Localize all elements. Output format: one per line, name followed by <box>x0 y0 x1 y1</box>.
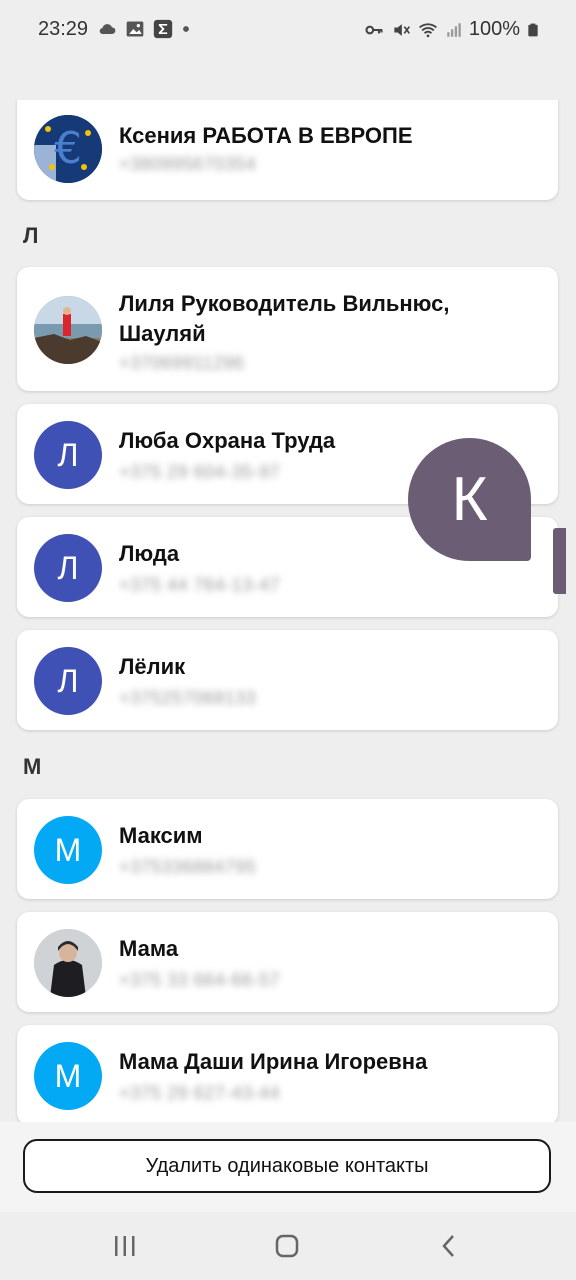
contact-card[interactable]: Л Лёлик +375257068133 <box>17 630 558 730</box>
contact-phone: +375257068133 <box>119 688 257 708</box>
sigma-icon <box>153 19 173 39</box>
contact-name: Лёлик <box>119 654 186 679</box>
status-time: 23:29 <box>38 18 89 40</box>
battery-percent: 100% <box>468 18 520 40</box>
home-icon <box>275 1234 299 1258</box>
contact-avatar <box>34 929 102 997</box>
bottom-action-bar: Удалить одинаковые контакты <box>0 1122 576 1212</box>
back-button[interactable] <box>429 1226 469 1266</box>
fast-scroll-index-bubble: К <box>408 438 531 561</box>
contacts-screen: 23:29 100% € Ксения РАБОТА В ЕВРОПЕ +380… <box>0 0 576 1280</box>
contact-name: Мама <box>119 936 179 961</box>
contact-avatar: М <box>34 816 102 884</box>
contact-avatar: Л <box>34 421 102 489</box>
status-left-icons <box>97 19 201 39</box>
contact-phone: +375336884795 <box>119 857 257 877</box>
contact-card[interactable]: М Максим +375336884795 <box>17 799 558 899</box>
euro-photo-icon: € <box>34 115 102 183</box>
wifi-icon <box>418 22 437 37</box>
contact-name: Лиля Руководитель Вильнюс, Шауляй <box>119 291 450 346</box>
beach-photo-icon <box>34 296 102 364</box>
contact-phone: +375 29 627-43-44 <box>119 1083 281 1103</box>
section-header: М <box>23 754 42 779</box>
contact-list[interactable]: € Ксения РАБОТА В ЕВРОПЕ +380995670354 Л… <box>0 100 576 1122</box>
signal-icon <box>447 22 461 37</box>
status-bar: 23:29 100% <box>0 0 576 60</box>
contact-avatar: Л <box>34 647 102 715</box>
contact-name: Максим <box>119 823 203 848</box>
contact-avatar: Л <box>34 534 102 602</box>
contact-phone: +380995670354 <box>119 154 257 174</box>
system-nav-bar <box>0 1212 576 1280</box>
key-icon <box>365 25 383 34</box>
fast-scroll-thumb[interactable] <box>553 528 566 594</box>
contact-phone: +375 29 604-35-97 <box>119 462 281 482</box>
recent-apps-icon <box>115 1236 135 1256</box>
winter-photo-icon <box>34 929 102 997</box>
contact-card[interactable]: Лиля Руководитель Вильнюс, Шауляй +37069… <box>17 267 558 391</box>
recent-apps-button[interactable] <box>105 1226 145 1266</box>
contact-avatar: М <box>34 1042 102 1110</box>
back-icon <box>442 1235 454 1257</box>
contact-card[interactable]: € Ксения РАБОТА В ЕВРОПЕ +380995670354 <box>17 100 558 200</box>
status-right-icons: 100% <box>363 18 540 41</box>
section-header: Л <box>23 223 39 248</box>
remove-duplicates-button[interactable]: Удалить одинаковые контакты <box>23 1139 551 1193</box>
contact-phone: +37069911296 <box>119 353 245 373</box>
contact-name: Ксения РАБОТА В ЕВРОПЕ <box>119 123 413 148</box>
contact-phone: +375 33 664-66-57 <box>119 970 281 990</box>
contact-phone: +375 44 764-13-47 <box>119 575 281 595</box>
contact-card[interactable]: Мама +375 33 664-66-57 <box>17 912 558 1012</box>
contact-avatar <box>34 296 102 364</box>
dot-icon <box>183 26 189 32</box>
home-button[interactable] <box>267 1226 307 1266</box>
contact-avatar: € <box>34 115 102 183</box>
contact-name: Мама Даши Ирина Игоревна <box>119 1049 428 1074</box>
contact-card[interactable]: М Мама Даши Ирина Игоревна +375 29 627-4… <box>17 1025 558 1122</box>
cloud-icon <box>99 24 116 35</box>
battery-icon <box>528 23 538 36</box>
svg-text:€: € <box>54 123 82 174</box>
mute-vibrate-icon <box>394 23 410 36</box>
image-icon <box>126 21 144 37</box>
